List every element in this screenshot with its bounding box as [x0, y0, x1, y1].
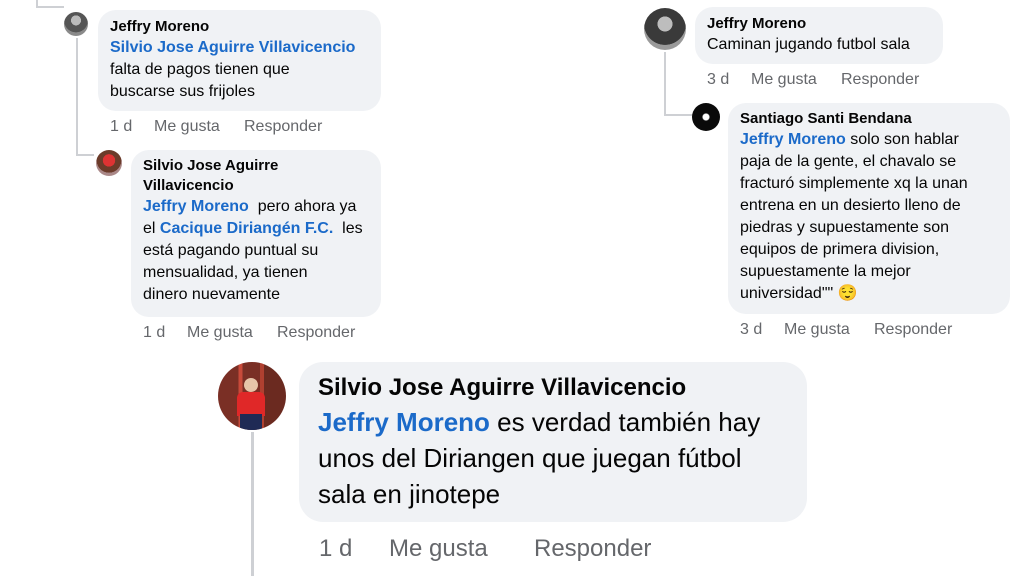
reply-button[interactable]: Responder [874, 321, 952, 339]
avatar-person-pants [240, 414, 262, 430]
like-button[interactable]: Me gusta [784, 321, 874, 339]
page-mention-link[interactable]: Cacique Diriangén F.C. [160, 220, 333, 237]
comment-time: 1 d [143, 324, 166, 341]
like-button[interactable]: Me gusta [751, 71, 841, 89]
comment-actions: 1 d Me gusta Responder [110, 118, 322, 136]
comment-text: Jeffry Moreno es verdad también hay unos… [318, 407, 761, 509]
comment-author[interactable]: Silvio Jose Aguirre Villavicencio [318, 372, 788, 404]
comment-text: Caminan jugando futbol sala [707, 36, 910, 53]
reply-button[interactable]: Responder [244, 118, 322, 136]
like-button[interactable]: Me gusta [154, 118, 244, 136]
avatar-person-head [244, 378, 258, 392]
comment-time: 3 d [707, 71, 730, 88]
mention-link[interactable]: Silvio Jose Aguirre Villavicencio [110, 39, 355, 56]
reply-button[interactable]: Responder [534, 535, 651, 563]
thread-line [664, 52, 666, 116]
comment-author[interactable]: Santiago Santi Bendana [740, 109, 998, 129]
comment-text: Jeffry Moreno solo son hablar paja de la… [740, 131, 968, 302]
avatar[interactable] [64, 12, 88, 36]
thread-line [76, 38, 78, 156]
comment-actions: 3 d Me gusta Responder [740, 321, 952, 339]
thread-line [36, 6, 64, 8]
thread-line [664, 114, 692, 116]
avatar[interactable] [644, 8, 686, 50]
comment-actions: 3 d Me gusta Responder [707, 71, 919, 89]
mention-link[interactable]: Jeffry Moreno [143, 198, 249, 215]
avatar-person-shirt [237, 392, 265, 416]
comment-bubble: Jeffry Moreno Caminan jugando futbol sal… [695, 7, 943, 64]
reply-button[interactable]: Responder [841, 71, 919, 89]
comment-author[interactable]: Jeffry Moreno [707, 14, 931, 34]
comment-time: 3 d [740, 321, 763, 338]
like-button[interactable]: Me gusta [389, 535, 534, 563]
thread-line [76, 154, 94, 156]
mention-link[interactable]: Jeffry Moreno [740, 131, 846, 148]
comment-time: 1 d [110, 118, 133, 135]
comment-bubble: Santiago Santi Bendana Jeffry Moreno sol… [728, 103, 1010, 314]
comment-bubble: Silvio Jose Aguirre Villavicencio Jeffry … [131, 150, 381, 317]
comment-time: 1 d [319, 535, 353, 562]
like-button[interactable]: Me gusta [187, 324, 277, 342]
avatar[interactable] [692, 103, 720, 131]
thread-line [251, 432, 254, 576]
comment-text: Silvio Jose Aguirre Villavicencio falta … [110, 39, 356, 100]
comment-bubble: Jeffry Moreno Silvio Jose Aguirre Villav… [98, 10, 381, 111]
avatar[interactable] [96, 150, 122, 176]
reply-button[interactable]: Responder [277, 324, 355, 342]
comment-actions: 1 d Me gusta Responder [319, 535, 651, 563]
comment-bubble: Silvio Jose Aguirre Villavicencio Jeffry… [299, 362, 807, 522]
comment-actions: 1 d Me gusta Responder [143, 324, 355, 342]
avatar[interactable] [218, 362, 286, 430]
mention-link[interactable]: Jeffry Moreno [318, 407, 490, 437]
comment-author[interactable]: Silvio Jose Aguirre Villavicencio [143, 156, 369, 196]
comment-text: Jeffry Moreno pero ahora ya el Cacique D… [143, 198, 363, 303]
comment-author[interactable]: Jeffry Moreno [110, 17, 369, 37]
relieved-face-emoji: 😌 [837, 285, 858, 302]
